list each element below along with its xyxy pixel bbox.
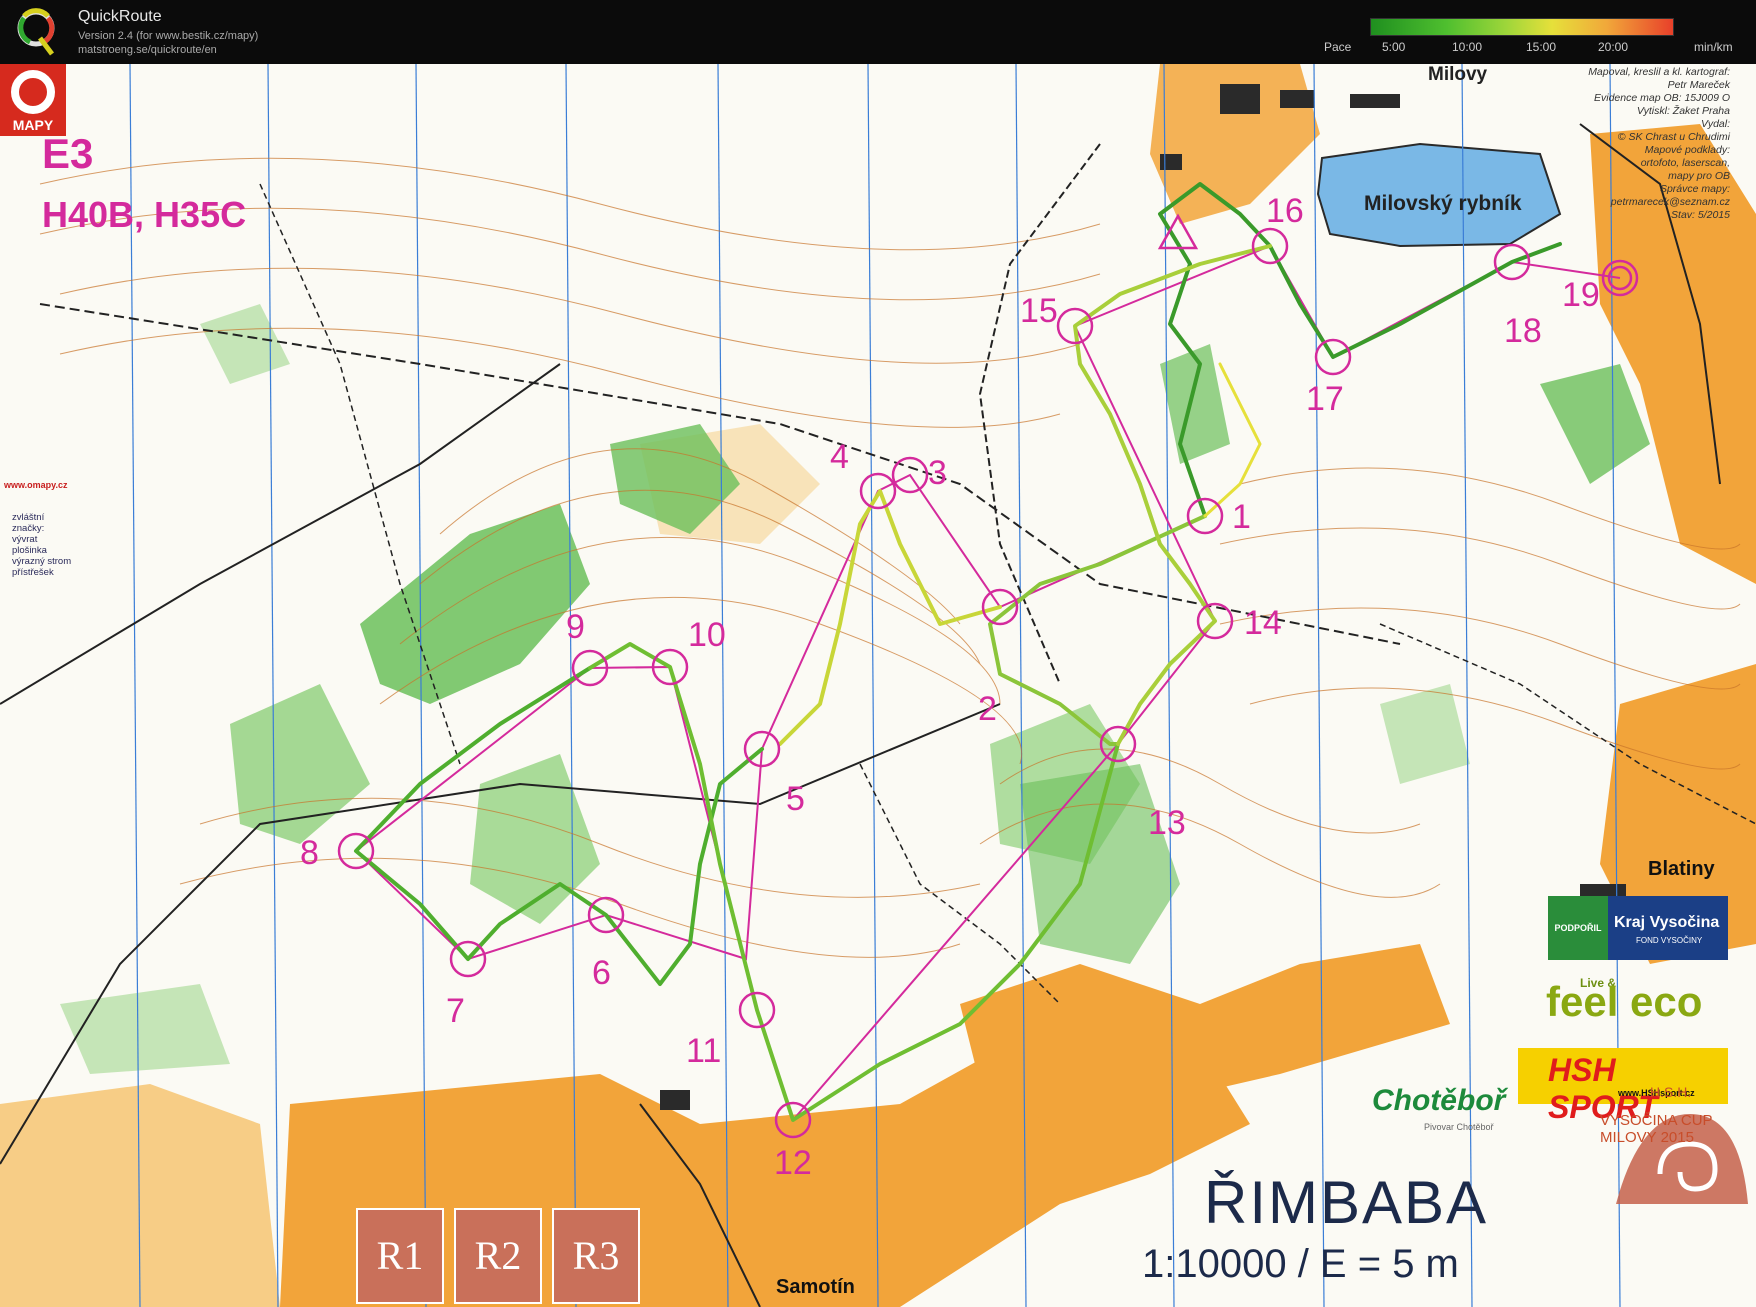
course-id: E3 xyxy=(42,130,94,177)
sponsor-chotebor: Chotěboř xyxy=(1372,1084,1506,1117)
place-label-samotin: Samotín xyxy=(776,1276,855,1298)
credit-line: Evidence map OB: 15J009 O xyxy=(1594,92,1730,104)
control-number: 2 xyxy=(978,690,997,728)
sponsor-chotebor-sub: Pivovar Chotěboř xyxy=(1424,1122,1494,1132)
control-number: 6 xyxy=(592,954,611,992)
map-name: ŘIMBABA xyxy=(1204,1169,1489,1236)
pace-color-bar xyxy=(1370,18,1674,36)
control-number: 16 xyxy=(1266,192,1304,230)
pace-label: Pace xyxy=(1324,40,1352,54)
legend-title: zvláštní značky: xyxy=(12,512,45,534)
map-credits: Mapoval, kreslil a kl. kartograf: Petr M… xyxy=(1484,66,1730,222)
credit-line: © SK Chrast u Chrudimi xyxy=(1617,131,1730,143)
cup-logo-hsh: H.S.H. xyxy=(1650,1084,1692,1100)
map-box-r3: R3 xyxy=(552,1208,640,1304)
app-url: matstroeng.se/quickroute/en xyxy=(78,44,217,56)
control-number: 3 xyxy=(928,454,947,492)
legend-item: plošinka xyxy=(12,545,47,556)
pace-tick: 15:00 xyxy=(1526,40,1557,54)
map-box-r1: R1 xyxy=(356,1208,444,1304)
quickroute-window: QuickRoute Version 2.4 (for www.bestik.c… xyxy=(0,0,1756,1307)
credit-line: Vytiskl: Žaket Praha xyxy=(1636,105,1730,117)
control-number: 13 xyxy=(1148,804,1186,842)
place-label-milovy: Milovy xyxy=(1428,64,1488,85)
place-label-blatiny: Blatiny xyxy=(1648,858,1715,880)
omapy-name: MAPY xyxy=(13,117,54,133)
credit-line: ortofoto, laserscan, xyxy=(1640,157,1730,169)
map-box-r2: R2 xyxy=(454,1208,542,1304)
control-number: 5 xyxy=(786,780,805,818)
control-number: 12 xyxy=(774,1144,812,1182)
course-classes: H40B, H35C xyxy=(42,194,247,235)
omapy-logo-icon: MAPY xyxy=(0,64,66,136)
credit-line: Mapoval, kreslil a kl. kartograf: xyxy=(1588,66,1730,78)
credit-line: petrmarecek@seznam.cz xyxy=(1610,196,1730,208)
special-symbols-legend: zvláštní značky: vývrat plošinka výrazný… xyxy=(12,512,74,578)
sponsor-hsh-sport: HSH SPORT www.HSHsport.cz xyxy=(1518,1048,1728,1125)
control-number: 11 xyxy=(686,1032,722,1070)
control-number: 18 xyxy=(1504,312,1542,350)
sponsor-kraj-right: Kraj Vysočina FOND VYSOČINY xyxy=(1608,896,1728,960)
credit-line: Správce mapy: xyxy=(1659,183,1730,195)
app-title: QuickRoute xyxy=(78,8,162,25)
pace-tick: 20:00 xyxy=(1598,40,1629,54)
omapy-url: www.omapy.cz xyxy=(4,480,68,490)
pace-tick: 10:00 xyxy=(1452,40,1483,54)
map-graphics xyxy=(0,64,1756,1307)
legend-item: přístřešek xyxy=(12,567,54,578)
orienteering-map[interactable]: 1 2 3 4 5 6 7 8 9 10 11 12 13 14 15 16 1… xyxy=(0,64,1756,1307)
pace-tick: 5:00 xyxy=(1382,40,1406,54)
app-version: Version 2.4 (for www.bestik.cz/mapy) xyxy=(78,30,259,42)
legend-item: vývrat xyxy=(12,534,38,545)
app-header: QuickRoute Version 2.4 (for www.bestik.c… xyxy=(0,0,1756,64)
credit-line: Stav: 5/2015 xyxy=(1671,209,1730,221)
credit-line: Petr Mareček xyxy=(1667,79,1730,91)
control-number: 9 xyxy=(566,608,585,646)
credit-line: Vydal: xyxy=(1701,118,1730,130)
sponsor-kraj-name: Kraj Vysočina xyxy=(1614,914,1720,931)
sponsor-kraj-vysocina: PODPOŘIL Kraj Vysočina FOND VYSOČINY xyxy=(1548,896,1728,960)
control-number: 17 xyxy=(1306,380,1344,418)
credit-line: Mapové podklady: xyxy=(1644,144,1730,156)
cup-logo-text: VYSOČINA CUP MILOVY 2015 xyxy=(1600,1112,1713,1146)
sponsor-kraj-sub: FOND VYSOČINY xyxy=(1636,936,1703,945)
open-land-areas xyxy=(0,64,1756,1307)
control-number: 15 xyxy=(1020,292,1058,330)
quickroute-logo-icon xyxy=(17,8,55,56)
control-number: 14 xyxy=(1244,604,1282,642)
control-number: 7 xyxy=(446,992,465,1030)
control-number: 8 xyxy=(300,834,319,872)
control-number: 19 xyxy=(1562,276,1600,314)
sponsor-feel-eco: feel eco xyxy=(1546,978,1703,1025)
control-number: 10 xyxy=(688,616,726,654)
map-scale: 1:10000 / E = 5 m xyxy=(1142,1242,1459,1286)
legend-item: výrazný strom xyxy=(12,556,72,567)
pace-unit: min/km xyxy=(1694,40,1733,54)
control-number: 1 xyxy=(1232,498,1251,536)
control-number: 4 xyxy=(830,438,849,476)
credit-line: mapy pro OB xyxy=(1668,170,1730,182)
sponsor-kraj-left: PODPOŘIL xyxy=(1548,896,1608,960)
